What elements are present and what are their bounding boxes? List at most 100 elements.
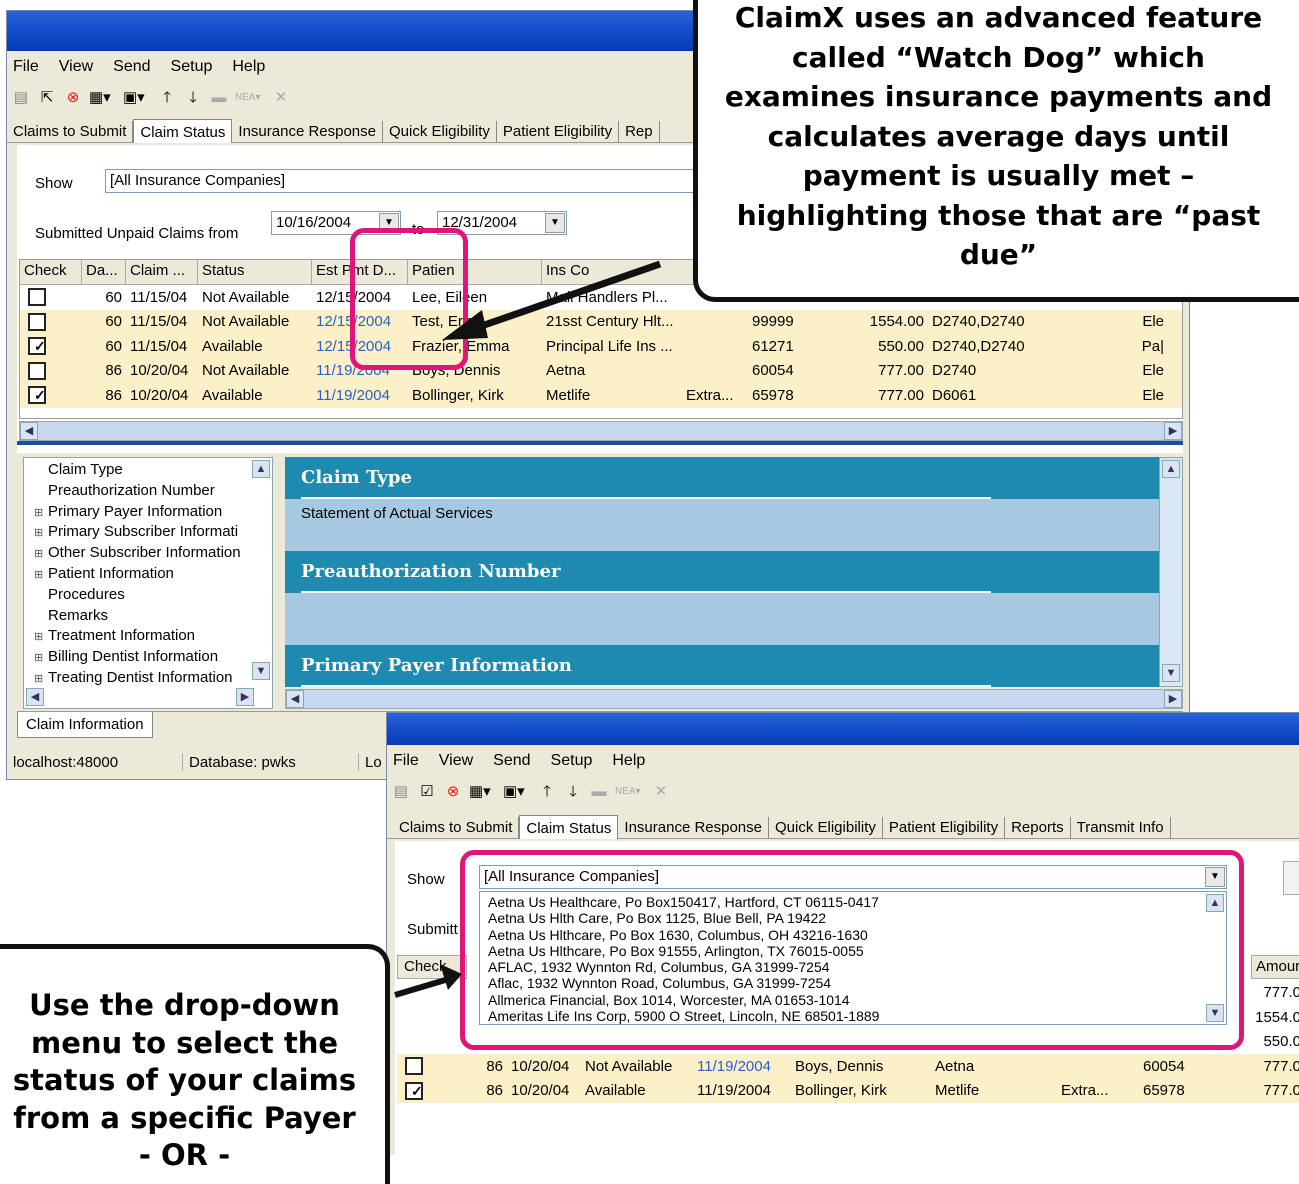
up-arrow-icon[interactable]: 🡑 bbox=[537, 782, 557, 802]
tab-patient-eligibility-2[interactable]: Patient Eligibility bbox=[883, 817, 1006, 838]
tree-item[interactable]: Preauthorization Number bbox=[34, 481, 272, 502]
checkbox-checked-icon[interactable]: ✓ bbox=[405, 1081, 423, 1100]
delete-icon[interactable]: ✕ bbox=[651, 782, 671, 802]
expand-icon[interactable]: ⊞ bbox=[34, 648, 48, 669]
detail-scroll-right-icon[interactable]: ▶ bbox=[1164, 690, 1182, 708]
tree-item[interactable]: ⊞ Billing Dentist Information bbox=[34, 647, 272, 668]
menu-setup[interactable]: Setup bbox=[171, 58, 213, 76]
stop-icon[interactable]: ⊗ bbox=[443, 782, 463, 802]
print-icon[interactable]: ▤ bbox=[11, 88, 31, 108]
down-arrow-icon[interactable]: 🡓 bbox=[563, 782, 583, 802]
row-checkbox[interactable] bbox=[20, 288, 82, 307]
table-row[interactable]: ✓ 86 10/20/04 Available 11/19/2004 Bollinger,… bbox=[20, 383, 1182, 408]
tree-item[interactable]: ⊞ Treatment Information bbox=[34, 626, 272, 647]
tab-claim-status-2[interactable]: Claim Status bbox=[519, 815, 619, 839]
minus-icon[interactable]: ▬ bbox=[209, 88, 229, 108]
checkbox-icon[interactable] bbox=[28, 361, 46, 380]
menu-file[interactable]: File bbox=[13, 58, 39, 76]
col-check-2[interactable]: Check bbox=[397, 955, 467, 979]
detail-scroll-left-icon[interactable]: ◀ bbox=[286, 690, 304, 708]
tab-claims-to-submit[interactable]: Claims to Submit bbox=[7, 121, 134, 142]
scroll-right-icon[interactable]: ▶ bbox=[1164, 422, 1182, 440]
menu-send[interactable]: Send bbox=[113, 58, 150, 76]
row-checkbox[interactable] bbox=[20, 312, 82, 331]
row-checkbox[interactable]: ✓ bbox=[20, 337, 82, 356]
tree-scroll-left-icon[interactable]: ◀ bbox=[26, 688, 44, 706]
expand-icon[interactable]: ⊞ bbox=[34, 565, 48, 586]
row-checkbox[interactable]: ✓ bbox=[397, 1081, 467, 1100]
checkbox-icon[interactable] bbox=[405, 1057, 423, 1076]
send-icon[interactable]: ▦▾ bbox=[469, 782, 491, 802]
col-amount-2[interactable]: Amour bbox=[1251, 955, 1299, 979]
tab-quick-eligibility[interactable]: Quick Eligibility bbox=[383, 121, 497, 142]
nea-icon[interactable]: NEA▾ bbox=[615, 782, 641, 802]
tree-item[interactable]: Claim Type bbox=[34, 460, 272, 481]
detail-scroll-up-icon[interactable]: ▲ bbox=[1162, 460, 1180, 478]
detail-hscroll[interactable]: ◀ ▶ bbox=[285, 689, 1183, 709]
tree-item[interactable]: ⊞ Other Subscriber Information bbox=[34, 543, 272, 564]
table-row[interactable]: 60 11/15/04 Not Available 12/15/2004 Test, E… bbox=[20, 309, 1182, 334]
expand-icon[interactable]: ⊞ bbox=[34, 669, 48, 690]
tab-quick-eligibility-2[interactable]: Quick Eligibility bbox=[769, 817, 883, 838]
tab-claim-status[interactable]: Claim Status bbox=[133, 119, 233, 143]
minus-icon[interactable]: ▬ bbox=[589, 782, 609, 802]
tab-reports[interactable]: Rep bbox=[619, 121, 660, 142]
col-days[interactable]: Da... bbox=[82, 260, 126, 284]
print-icon[interactable]: ▤ bbox=[391, 782, 411, 802]
tab-insurance-response-2[interactable]: Insurance Response bbox=[618, 817, 769, 838]
tree-scroll-up-icon[interactable]: ▲ bbox=[252, 460, 270, 478]
expand-icon[interactable]: ⊞ bbox=[34, 503, 48, 524]
send-icon[interactable]: ▦▾ bbox=[89, 88, 111, 108]
expand-icon[interactable]: ⊞ bbox=[34, 544, 48, 565]
menu-file-2[interactable]: File bbox=[393, 752, 419, 770]
table-row[interactable]: 86 10/20/04 Not Available 11/19/2004 Boys, D… bbox=[397, 1054, 1299, 1079]
chevron-down-icon[interactable]: ▼ bbox=[545, 213, 565, 233]
tab-insurance-response[interactable]: Insurance Response bbox=[232, 121, 383, 142]
row-checkbox[interactable] bbox=[20, 361, 82, 380]
checkbox-icon[interactable] bbox=[28, 312, 46, 331]
nea-icon[interactable]: NEA▾ bbox=[235, 88, 261, 108]
computer-icon[interactable]: ▣▾ bbox=[503, 782, 525, 802]
row-checkbox[interactable]: ✓ bbox=[20, 386, 82, 405]
scroll-left-icon[interactable]: ◀ bbox=[20, 422, 38, 440]
tab-transmit-info-2[interactable]: Transmit Info bbox=[1071, 817, 1171, 838]
menu-send-2[interactable]: Send bbox=[493, 752, 530, 770]
menu-setup-2[interactable]: Setup bbox=[551, 752, 593, 770]
detail-scroll-down-icon[interactable]: ▼ bbox=[1162, 664, 1180, 682]
down-arrow-icon[interactable]: 🡓 bbox=[183, 88, 203, 108]
tree-item[interactable]: ⊞ Treating Dentist Information bbox=[34, 668, 272, 689]
delete-icon[interactable]: ✕ bbox=[271, 88, 291, 108]
pointer-icon[interactable]: ⇱ bbox=[37, 88, 57, 108]
tree-scroll-right-icon[interactable]: ▶ bbox=[236, 688, 254, 706]
checkbox-checked-icon[interactable]: ✓ bbox=[28, 386, 46, 405]
computer-icon[interactable]: ▣▾ bbox=[123, 88, 145, 108]
menu-view[interactable]: View bbox=[59, 58, 93, 76]
insurance-company-combo[interactable]: [All Insurance Companies] bbox=[105, 169, 725, 193]
table-row[interactable]: 86 10/20/04 Not Available 11/19/2004 Boys, D… bbox=[20, 358, 1182, 383]
col-status[interactable]: Status bbox=[198, 260, 312, 284]
checkbox-icon[interactable]: ☑ bbox=[417, 782, 437, 802]
splitter[interactable] bbox=[17, 441, 1183, 445]
detail-vscroll[interactable]: ▲ ▼ bbox=[1159, 457, 1183, 687]
expand-icon[interactable]: ⊞ bbox=[34, 627, 48, 648]
stop-icon[interactable]: ⊗ bbox=[63, 88, 83, 108]
col-claim-date[interactable]: Claim ... bbox=[126, 260, 198, 284]
table-row[interactable]: ✓ 86 10/20/04 Available 11/19/2004 Bollinger,… bbox=[397, 1078, 1299, 1103]
side-button[interactable] bbox=[1283, 861, 1299, 895]
tree-item[interactable]: ⊞ Patient Information bbox=[34, 564, 272, 585]
grid-scrollbar[interactable]: ◀ ▶ bbox=[19, 421, 1183, 441]
checkbox-icon[interactable] bbox=[28, 288, 46, 307]
menu-help[interactable]: Help bbox=[232, 58, 265, 76]
tab-claim-information[interactable]: Claim Information bbox=[17, 712, 153, 738]
row-checkbox[interactable] bbox=[397, 1057, 467, 1076]
tree-item[interactable]: ⊞ Primary Subscriber Informati bbox=[34, 522, 272, 543]
checkbox-checked-icon[interactable]: ✓ bbox=[28, 337, 46, 356]
col-check[interactable]: Check bbox=[20, 260, 82, 284]
menu-view-2[interactable]: View bbox=[439, 752, 473, 770]
tree-item[interactable]: Procedures bbox=[34, 585, 272, 606]
tab-claims-to-submit-2[interactable]: Claims to Submit bbox=[393, 817, 520, 838]
up-arrow-icon[interactable]: 🡑 bbox=[157, 88, 177, 108]
tree-item[interactable]: Remarks bbox=[34, 606, 272, 627]
tree-scroll-down-icon[interactable]: ▼ bbox=[252, 662, 270, 680]
table-row[interactable]: ✓ 60 11/15/04 Available 12/15/2004 Frazier, E… bbox=[20, 334, 1182, 359]
